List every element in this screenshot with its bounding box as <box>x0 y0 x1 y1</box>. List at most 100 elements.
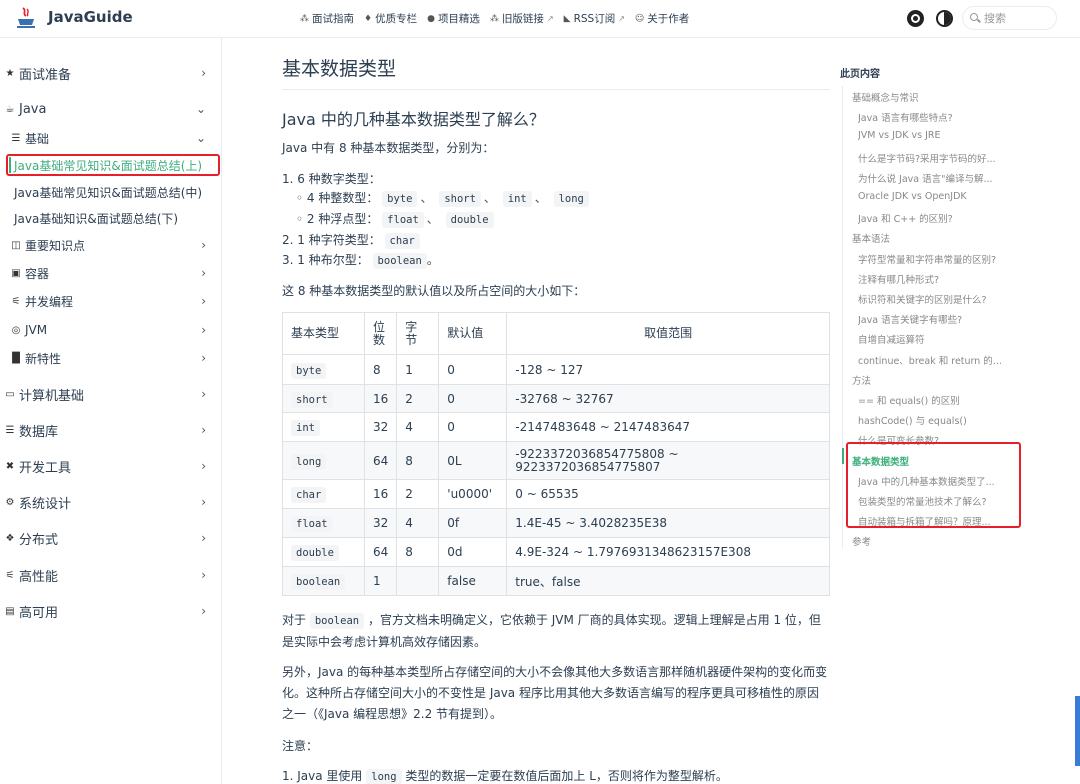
toc-item[interactable]: Java 语言关键字有哪些? <box>858 312 1028 326</box>
type-code: boolean <box>291 574 346 590</box>
theme-toggle-icon[interactable] <box>936 10 953 27</box>
toc-item[interactable]: 参考 <box>852 534 1022 548</box>
sidebar-item-high-performance[interactable]: ⚟ 高性能 › <box>0 564 222 586</box>
toc-item[interactable]: 标识符和关键字的区别是什么? <box>858 292 1028 306</box>
site-title[interactable]: JavaGuide <box>48 8 133 26</box>
book-icon: ⁂ <box>489 13 499 24</box>
table-intro: 这 8 种基本数据类型的默认值以及所占空间的大小如下： <box>282 284 586 298</box>
table-cell: 'u0000' <box>438 479 508 509</box>
code-byte: byte <box>382 191 418 207</box>
table-cell <box>396 566 440 596</box>
toc-highlight-box <box>846 442 1021 528</box>
data-types-table: 基本类型 位 数 字 节 默认值 取值范围 byte 8 1 0 -128 ~ 127 s… <box>282 312 830 596</box>
sidebar-item-basics-part1[interactable]: Java基础常见知识&面试题总结(上) <box>0 155 222 175</box>
sidebar-item-dev-tools[interactable]: ✖ 开发工具 › <box>0 455 222 477</box>
table-row: int 32 4 0 -2147483648 ~ 2147483647 <box>282 412 830 442</box>
toc-item[interactable]: hashCode() 与 equals() <box>858 413 1028 427</box>
code-int: int <box>502 191 532 207</box>
toc-item[interactable]: 基本语法 <box>852 231 1022 245</box>
toc-item[interactable]: Oracle JDK vs OpenJDK <box>858 191 1028 202</box>
toc-item[interactable]: 方法 <box>852 373 1022 387</box>
sidebar-item-basics-part3[interactable]: Java基础知识&面试题总结(下) <box>0 208 222 228</box>
top-navbar: JavaGuide ⁂ 面试指南 ♦ 优质专栏 ● 项目精选 ⁂ 旧版链接 ↗ ◣ RSS订… <box>0 0 1080 38</box>
table-cell: 0d <box>438 537 508 567</box>
sidebar-item-java[interactable]: ☕ Java ⌄ <box>0 98 222 120</box>
table-header: 取值范围 <box>506 312 830 355</box>
table-cell: false <box>438 566 508 596</box>
table-cell: 0L <box>438 441 508 480</box>
floating-widget-edge[interactable] <box>1075 696 1080 766</box>
nav-link-old-version[interactable]: ⁂ 旧版链接 ↗ <box>490 11 554 26</box>
github-icon[interactable] <box>907 10 924 27</box>
sidebar-item-key-knowledge[interactable]: ◫ 重要知识点 › <box>0 234 222 256</box>
toc-item[interactable]: 为什么说 Java 语言"编译与解... <box>858 171 1028 185</box>
chevron-right-icon: › <box>201 604 206 618</box>
jvm-icon: ◎ <box>11 324 21 336</box>
table-cell: 32 <box>363 508 398 538</box>
list-item-integer-types: ◦ 4 种整数型： byte、 short、 int、 long <box>296 189 589 207</box>
sidebar: ★ 面试准备 › ☕ Java ⌄ ☰ 基础 ⌄ Java基础常见知识&面试题总… <box>0 38 222 784</box>
table-row: char 16 2'u0000' 0 ~ 65535 <box>282 479 830 509</box>
toc-item[interactable]: Java 语言有哪些特点? <box>858 110 1028 124</box>
toc-item[interactable]: JVM vs JDK vs JRE <box>858 130 1028 141</box>
table-row: short 16 2 0 -32768 ~ 32767 <box>282 384 830 413</box>
computer-icon: ▭ <box>5 388 15 400</box>
toc-item[interactable]: 字符型常量和字符串常量的区别? <box>858 252 1028 266</box>
table-row: boolean 1 false true、false <box>282 566 830 596</box>
rss-icon: ◣ <box>563 13 571 24</box>
table-cell: 1.4E-45 ~ 3.4028235E38 <box>506 508 830 538</box>
sidebar-item-collections[interactable]: ▣ 容器 › <box>0 262 222 284</box>
table-cell: 2 <box>396 479 440 509</box>
toc-item[interactable]: Java 和 C++ 的区别? <box>858 211 1028 225</box>
chevron-right-icon: › <box>201 568 206 582</box>
nav-link-columns[interactable]: ♦ 优质专栏 <box>364 11 417 26</box>
toc-item[interactable]: == 和 equals() 的区别 <box>858 393 1028 407</box>
chevron-right-icon: › <box>201 66 206 80</box>
nav-link-rss[interactable]: ◣ RSS订阅 ↗ <box>564 11 625 26</box>
javaguide-logo-icon[interactable] <box>14 6 38 30</box>
page-title: 基本数据类型 <box>282 54 830 90</box>
toc-item[interactable]: continue、break 和 return 的... <box>858 353 1028 367</box>
sidebar-item-basics-part2[interactable]: Java基础常见知识&面试题总结(中) <box>0 182 222 202</box>
sidebar-item-high-availability[interactable]: ▤ 高可用 › <box>0 600 222 622</box>
table-cell: 8 <box>396 441 440 480</box>
toc-item[interactable]: 基础概念与常识 <box>852 90 1022 104</box>
tools-icon: ✖ <box>5 460 15 472</box>
toc-item[interactable]: 注释有哪几种形式? <box>858 272 1028 286</box>
section-heading[interactable]: Java 中的几种基本数据类型了解么？ <box>282 106 545 130</box>
code-long: long <box>553 191 589 207</box>
sidebar-item-new-features[interactable]: █ 新特性 › <box>0 347 222 369</box>
sidebar-item-concurrency[interactable]: ⚟ 并发编程 › <box>0 290 222 312</box>
performance-icon: ⚟ <box>5 569 15 581</box>
chevron-down-icon: ⌄ <box>195 102 206 116</box>
search-placeholder: 搜索 <box>984 12 1006 25</box>
sidebar-item-distributed[interactable]: ❖ 分布式 › <box>0 527 222 549</box>
table-cell: 8 <box>363 354 398 385</box>
toc-item[interactable]: 什么是字节码?采用字节码的好... <box>858 151 1028 165</box>
github-icon: ● <box>427 13 435 24</box>
sidebar-item-cs-basics[interactable]: ▭ 计算机基础 › <box>0 383 222 405</box>
code-boolean: boolean <box>309 613 365 629</box>
external-link-icon: ↗ <box>546 14 554 23</box>
table-row: byte 8 1 0 -128 ~ 127 <box>282 354 830 385</box>
sidebar-item-basics[interactable]: ☰ 基础 ⌄ <box>0 127 222 149</box>
search-input[interactable]: 搜索 <box>962 6 1057 30</box>
type-code: short <box>291 391 333 408</box>
toc-item[interactable]: 自增自减运算符 <box>858 332 1028 346</box>
search-icon <box>970 13 980 23</box>
table-cell: 1 <box>396 354 440 385</box>
nav-link-interview-guide[interactable]: ⁂ 面试指南 <box>300 11 354 26</box>
sidebar-item-interview-prep[interactable]: ★ 面试准备 › <box>0 62 222 84</box>
chevron-right-icon: › <box>201 238 206 252</box>
sidebar-item-database[interactable]: ☰ 数据库 › <box>0 419 222 441</box>
nav-link-projects[interactable]: ● 项目精选 <box>427 11 480 26</box>
code-boolean: boolean <box>372 253 427 269</box>
nav-link-about[interactable]: ☺ 关于作者 <box>635 11 689 26</box>
sidebar-item-system-design[interactable]: ⚙ 系统设计 › <box>0 491 222 513</box>
chevron-right-icon: › <box>201 531 206 545</box>
fire-icon: ♦ <box>364 13 373 24</box>
sidebar-item-jvm[interactable]: ◎ JVM › <box>0 319 222 341</box>
table-cell: byte <box>282 354 365 385</box>
table-row: float 32 4 0f 1.4E-45 ~ 3.4028235E38 <box>282 508 830 538</box>
list-item-boolean: 3. 1 种布尔型： boolean。 <box>282 253 439 269</box>
